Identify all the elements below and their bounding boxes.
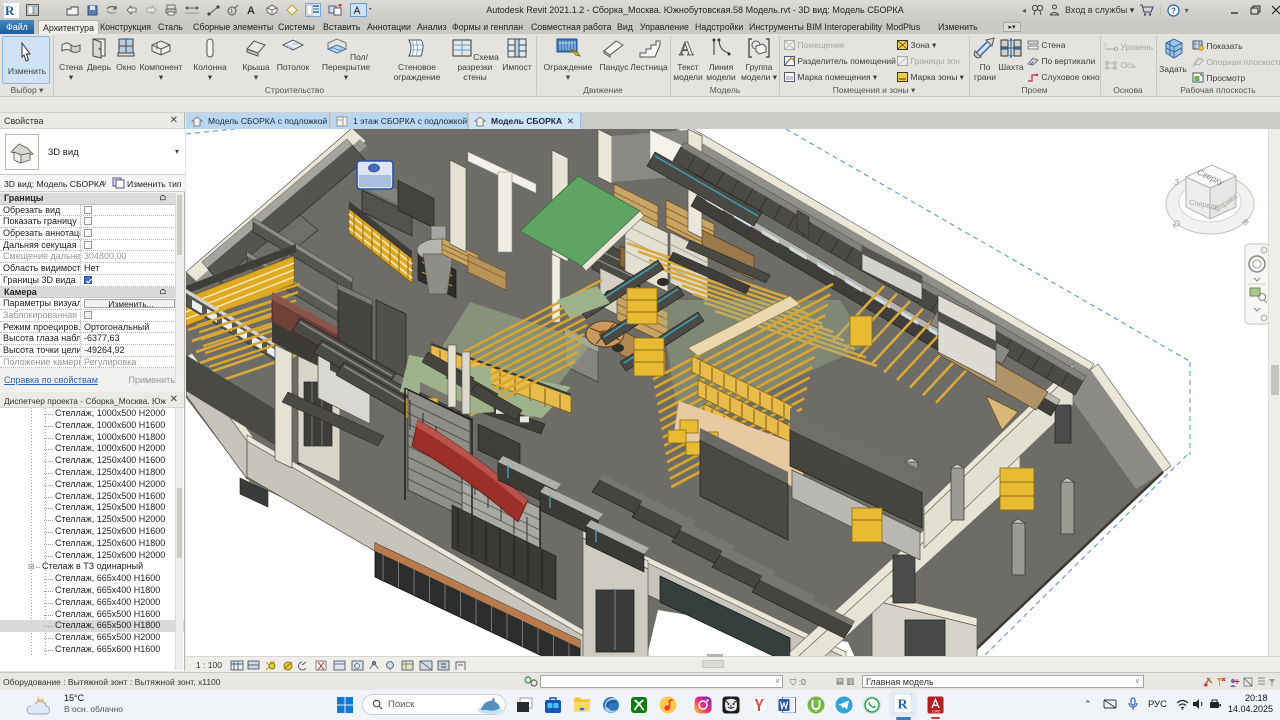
svg-text:1: 1 xyxy=(230,9,234,15)
svg-text:R: R xyxy=(5,3,15,18)
svg-text:A: A xyxy=(679,38,694,59)
svg-text:1: 1 xyxy=(1104,43,1107,49)
svg-text:?: ? xyxy=(1171,6,1176,15)
svg-text:З: З xyxy=(1174,178,1179,187)
